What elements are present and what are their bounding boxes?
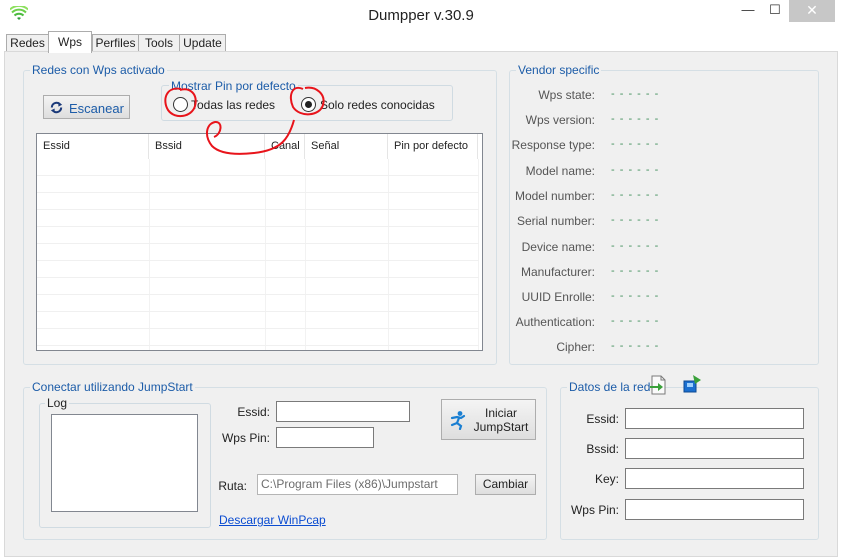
list-row <box>37 159 479 176</box>
vendor-label-wps-version: Wps version: <box>525 113 595 127</box>
network-key-label: Key: <box>594 472 619 486</box>
tab-redes[interactable]: Redes <box>6 34 49 52</box>
tab-strip: Redes Wps Perfiles Tools Update <box>0 31 842 53</box>
wps-pin-input[interactable] <box>276 427 374 448</box>
export-icon[interactable] <box>649 375 667 395</box>
scan-button[interactable]: Escanear <box>43 95 130 119</box>
wps-pin-label: Wps Pin: <box>221 431 270 445</box>
log-textarea[interactable] <box>51 414 198 512</box>
change-path-button[interactable]: Cambiar <box>475 474 536 495</box>
vendor-label-cipher: Cipher: <box>556 340 595 354</box>
essid-label: Essid: <box>237 405 270 419</box>
window-title: Dumpper v.30.9 <box>368 7 474 24</box>
essid-input[interactable] <box>276 401 410 422</box>
vendor-label-uuid-enrollee: UUID Enrolle: <box>521 290 595 304</box>
vendor-value-wps-state: - - - - - - <box>611 88 660 100</box>
scan-button-label: Escanear <box>69 101 124 116</box>
network-key-input[interactable] <box>625 468 804 489</box>
minimize-button[interactable]: — <box>735 0 761 22</box>
column-header-channel[interactable]: Canal <box>265 134 305 159</box>
vendor-value-authentication: - - - - - - <box>611 315 660 327</box>
tab-wps[interactable]: Wps <box>48 31 92 53</box>
vendor-value-response-type: - - - - - - <box>611 138 660 150</box>
vendor-label-response-type: Response type: <box>511 138 595 152</box>
known-networks-radio[interactable] <box>301 97 316 112</box>
wps-networks-group-title: Redes con Wps activado <box>30 63 167 77</box>
networks-list[interactable]: Essid Bssid Canal Señal Pin por defecto <box>36 133 483 351</box>
vendor-value-device-name: - - - - - - <box>611 240 660 252</box>
vendor-value-model-name: - - - - - - <box>611 164 660 176</box>
start-jumpstart-line1: Iniciar <box>484 406 517 420</box>
wps-tab-panel: Redes con Wps activado Escanear Mostrar … <box>4 51 838 557</box>
default-pin-group-title: Mostrar Pin por defecto <box>169 79 298 93</box>
all-networks-radio[interactable] <box>173 97 188 112</box>
vendor-specific-group-title: Vendor specific <box>516 63 602 77</box>
log-group-title: Log <box>45 396 70 410</box>
path-input[interactable]: C:\Program Files (x86)\Jumpstart <box>257 474 458 495</box>
title-bar: Dumpper v.30.9 — ☐ ✕ <box>0 0 842 31</box>
list-row <box>37 295 479 312</box>
network-bssid-label: Bssid: <box>586 442 619 456</box>
vendor-label-device-name: Device name: <box>521 240 595 254</box>
tab-tools[interactable]: Tools <box>138 34 180 52</box>
network-bssid-input[interactable] <box>625 438 804 459</box>
vendor-value-serial-number: - - - - - - <box>611 214 660 226</box>
list-row <box>37 193 479 210</box>
list-row <box>37 329 479 346</box>
vendor-label-model-name: Model name: <box>525 164 595 178</box>
list-row <box>37 312 479 329</box>
list-row <box>37 227 479 244</box>
all-networks-label: Todas las redes <box>191 98 276 112</box>
network-wps-pin-input[interactable] <box>625 499 804 520</box>
network-essid-input[interactable] <box>625 408 804 429</box>
radio-selected-dot <box>305 101 312 108</box>
vendor-label-authentication: Authentication: <box>515 315 595 329</box>
list-row <box>37 244 479 261</box>
column-header-essid[interactable]: Essid <box>37 134 149 159</box>
maximize-button[interactable]: ☐ <box>762 0 788 22</box>
import-icon[interactable] <box>682 374 702 394</box>
path-label: Ruta: <box>218 479 247 493</box>
vendor-value-wps-version: - - - - - - <box>611 113 660 125</box>
vendor-label-wps-state: Wps state: <box>538 88 595 102</box>
network-wps-pin-label: Wps Pin: <box>570 503 619 517</box>
list-row <box>37 261 479 278</box>
network-essid-label: Essid: <box>586 412 619 426</box>
column-header-default-pin[interactable]: Pin por defecto <box>388 134 478 159</box>
start-jumpstart-line2: JumpStart <box>473 420 529 434</box>
network-data-group-title: Datos de la red <box>567 380 653 394</box>
vendor-label-serial-number: Serial number: <box>516 214 595 228</box>
vendor-value-model-number: - - - - - - <box>611 189 660 201</box>
column-header-bssid[interactable]: Bssid <box>149 134 265 159</box>
column-header-signal[interactable]: Señal <box>305 134 388 159</box>
list-row <box>37 210 479 227</box>
list-row <box>37 176 479 193</box>
list-row <box>37 278 479 295</box>
close-button[interactable]: ✕ <box>789 0 835 22</box>
vendor-label-manufacturer: Manufacturer: <box>520 265 595 279</box>
refresh-icon <box>50 101 63 114</box>
vendor-value-cipher: - - - - - - <box>611 340 660 352</box>
tab-perfiles[interactable]: Perfiles <box>92 34 139 52</box>
vendor-value-uuid-enrollee: - - - - - - <box>611 290 660 302</box>
jumpstart-runner-icon <box>450 411 466 430</box>
jumpstart-group-title: Conectar utilizando JumpStart <box>30 380 195 394</box>
tab-update[interactable]: Update <box>179 34 226 52</box>
start-jumpstart-button[interactable]: Iniciar JumpStart <box>441 399 536 440</box>
vendor-value-manufacturer: - - - - - - <box>611 265 660 277</box>
download-winpcap-link[interactable]: Descargar WinPcap <box>219 513 326 527</box>
known-networks-label: Solo redes conocidas <box>320 98 435 112</box>
vendor-label-model-number: Model number: <box>514 189 595 203</box>
